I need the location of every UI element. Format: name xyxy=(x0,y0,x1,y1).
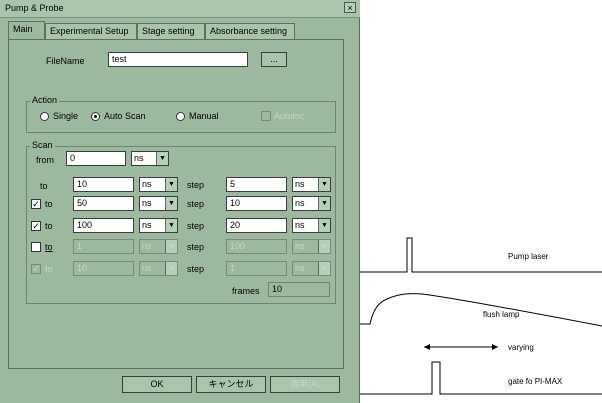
pump-laser-trace xyxy=(360,237,602,273)
to-unit-value-1: ns xyxy=(142,179,152,189)
step-unit-value-4: ns xyxy=(295,241,305,251)
to-unit-value-3: ns xyxy=(142,220,152,230)
tab-absorbance-setting[interactable]: Absorbance setting xyxy=(205,23,295,39)
to-label-2: to xyxy=(45,199,53,209)
tab-experimental-setup[interactable]: Experimental Setup xyxy=(45,23,137,39)
browse-button[interactable]: ... xyxy=(261,52,287,67)
step-label-3: step xyxy=(187,221,205,231)
step-unit-value-1: ns xyxy=(295,179,305,189)
row-4-checkbox[interactable] xyxy=(31,242,41,252)
step-unit-select-2[interactable]: ns ▼ xyxy=(292,196,331,211)
from-unit-value: ns xyxy=(134,153,144,163)
to-unit-value-2: ns xyxy=(142,198,152,208)
cancel-button[interactable]: キャンセル xyxy=(196,376,266,393)
window-title: Pump & Probe xyxy=(5,3,64,13)
to-input-3[interactable]: 100 xyxy=(73,218,134,233)
ok-button[interactable]: OK xyxy=(122,376,192,393)
to-unit-value-4: ns xyxy=(142,241,152,251)
from-unit-select[interactable]: ns ▼ xyxy=(131,151,169,166)
to-unit-select-5[interactable]: ns ▼ xyxy=(139,261,178,276)
scan-group-label: Scan xyxy=(30,140,55,150)
from-input[interactable]: 0 xyxy=(66,151,126,166)
step-input-5[interactable]: 1 xyxy=(226,261,287,276)
chevron-down-icon: ▼ xyxy=(156,152,168,165)
gate-trace xyxy=(360,361,602,395)
step-unit-select-5[interactable]: ns ▼ xyxy=(292,261,331,276)
to-unit-select-3[interactable]: ns ▼ xyxy=(139,218,178,233)
chevron-down-icon: ▼ xyxy=(165,178,177,191)
varying-label: varying xyxy=(508,343,534,352)
autoinc-label: AutoInc xyxy=(274,111,305,121)
step-input-1[interactable]: 5 xyxy=(226,177,287,192)
step-unit-value-3: ns xyxy=(295,220,305,230)
chevron-down-icon: ▼ xyxy=(318,178,330,191)
single-radio[interactable] xyxy=(40,112,49,121)
single-label: Single xyxy=(53,111,79,121)
to-input-1[interactable]: 10 xyxy=(73,177,134,192)
step-unit-select-1[interactable]: ns ▼ xyxy=(292,177,331,192)
chevron-down-icon: ▼ xyxy=(318,219,330,232)
step-label-1: step xyxy=(187,180,205,190)
manual-radio[interactable] xyxy=(176,112,185,121)
action-group-label: Action xyxy=(30,95,60,105)
timing-diagram xyxy=(360,237,602,395)
to-input-4[interactable]: 1 xyxy=(73,239,134,254)
chevron-down-icon: ▼ xyxy=(165,219,177,232)
step-unit-select-4[interactable]: ns ▼ xyxy=(292,239,331,254)
to-label-5: to xyxy=(45,264,53,274)
step-unit-value-2: ns xyxy=(295,198,305,208)
tab-stage-setting[interactable]: Stage setting xyxy=(137,23,205,39)
step-input-2[interactable]: 10 xyxy=(226,196,287,211)
close-icon[interactable]: × xyxy=(344,2,356,13)
step-label-2: step xyxy=(187,199,205,209)
autoinc-checkbox[interactable] xyxy=(261,111,271,121)
to-unit-select-2[interactable]: ns ▼ xyxy=(139,196,178,211)
frames-value: 10 xyxy=(268,282,330,297)
arrow-right-icon xyxy=(492,344,498,350)
filename-input[interactable]: test xyxy=(108,52,248,67)
flush-lamp-trace xyxy=(360,293,602,327)
manual-label: Manual xyxy=(189,111,219,121)
pump-probe-dialog: Pump & Probe × Main Experimental Setup S… xyxy=(0,0,360,403)
chevron-down-icon: ▼ xyxy=(318,240,330,253)
auto-scan-label: Auto Scan xyxy=(104,111,146,121)
to-unit-select-1[interactable]: ns ▼ xyxy=(139,177,178,192)
frames-label: frames xyxy=(232,286,260,296)
chevron-down-icon: ▼ xyxy=(165,262,177,275)
apply-button[interactable]: 適用(A) xyxy=(270,376,340,393)
step-label-5: step xyxy=(187,264,205,274)
flush-lamp-label: flush lamp xyxy=(483,310,520,319)
pump-laser-label: Pump laser xyxy=(508,252,549,261)
chevron-down-icon: ▼ xyxy=(318,197,330,210)
chevron-down-icon: ▼ xyxy=(318,262,330,275)
row-3-checkbox[interactable]: ✓ xyxy=(31,221,41,231)
step-unit-value-5: ns xyxy=(295,263,305,273)
to-unit-select-4[interactable]: ns ▼ xyxy=(139,239,178,254)
tab-main[interactable]: Main xyxy=(8,21,45,39)
step-input-3[interactable]: 20 xyxy=(226,218,287,233)
from-label: from xyxy=(36,155,54,165)
step-input-4[interactable]: 100 xyxy=(226,239,287,254)
filename-label: FileName xyxy=(46,56,85,66)
row-5-checkbox[interactable]: ✓ xyxy=(31,264,41,274)
gate-label: gate fo PI-MAX xyxy=(508,377,563,386)
auto-scan-radio[interactable] xyxy=(91,112,100,121)
to-unit-value-5: ns xyxy=(142,263,152,273)
step-unit-select-3[interactable]: ns ▼ xyxy=(292,218,331,233)
to-input-2[interactable]: 50 xyxy=(73,196,134,211)
chevron-down-icon: ▼ xyxy=(165,197,177,210)
to-label-1: to xyxy=(40,181,48,191)
chevron-down-icon: ▼ xyxy=(165,240,177,253)
row-2-checkbox[interactable]: ✓ xyxy=(31,199,41,209)
title-bar: Pump & Probe × xyxy=(0,0,360,18)
step-label-4: step xyxy=(187,242,205,252)
arrow-left-icon xyxy=(424,344,430,350)
to-label-4: to xyxy=(45,242,53,252)
to-label-3: to xyxy=(45,221,53,231)
to-input-5[interactable]: 10 xyxy=(73,261,134,276)
